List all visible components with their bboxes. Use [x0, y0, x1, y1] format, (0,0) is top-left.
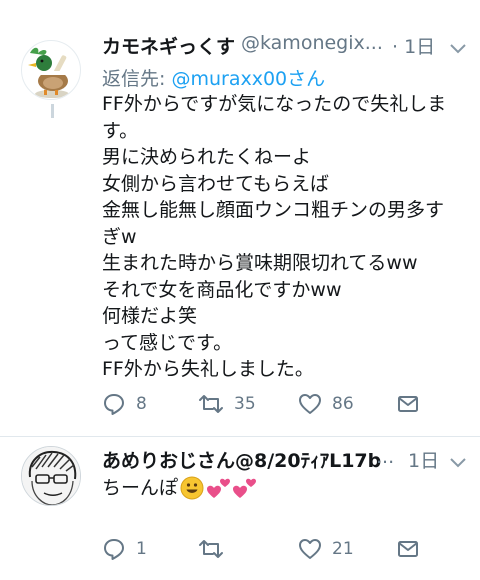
reply-icon — [102, 537, 126, 561]
display-name[interactable]: あめりおじさん@8/20ﾃｨｱL17b — [102, 446, 381, 473]
share-button[interactable] — [396, 536, 420, 562]
replying-label: 返信先: — [102, 68, 172, 90]
tweet-line: ぎw — [102, 225, 137, 248]
tweet-text: ちーんぽ — [102, 474, 474, 502]
like-icon — [298, 392, 322, 416]
timestamp[interactable]: · 1日 — [392, 32, 435, 59]
retweet-count: 35 — [234, 394, 256, 414]
retweet-button[interactable] — [198, 536, 234, 562]
two-hearts-emoji — [206, 476, 232, 500]
retweet-icon — [198, 537, 224, 561]
smiley-emoji — [180, 476, 204, 500]
tweet-line: 男に決められたくねーよ — [102, 146, 312, 168]
like-button[interactable]: 86 — [298, 391, 354, 417]
user-handle[interactable]: @kamonegix... — [241, 32, 383, 54]
retweet-icon — [198, 392, 224, 416]
like-button[interactable]: 21 — [298, 536, 354, 562]
tweet-line: 何様だよ笑 — [102, 305, 198, 327]
tweet-line: FF外からですが気になったので失礼しま — [102, 93, 447, 115]
tweet-line: ちーんぽ — [102, 476, 179, 499]
timestamp[interactable]: 1日 — [408, 446, 439, 473]
replying-to-link[interactable]: @muraxx00さん — [171, 68, 325, 90]
tweet-actions: 8 35 86 — [102, 391, 472, 417]
like-count: 86 — [332, 394, 354, 414]
reply-button[interactable]: 1 — [102, 536, 147, 562]
thread-connector — [51, 104, 54, 118]
replying-to: 返信先: @muraxx00さん — [102, 64, 325, 91]
like-count: 21 — [332, 539, 354, 559]
chevron-down-icon[interactable] — [448, 452, 468, 472]
sketch-face-avatar[interactable] — [21, 446, 81, 506]
tweet-text: FF外からですが気になったので失礼しま す。 男に決められたくねーよ 女側から言… — [102, 91, 474, 383]
tweet-line: す。 — [102, 119, 139, 142]
tweet-line: って感じです。 — [102, 331, 233, 354]
share-button[interactable] — [396, 391, 420, 417]
tweet-kamonegix[interactable]: カモネギっくす @kamonegix... · 1日 返信先: @muraxx0… — [0, 0, 480, 437]
name-ellipsis: ... — [376, 446, 395, 468]
retweet-button[interactable]: 35 — [198, 391, 256, 417]
tweet-actions: 1 21 — [102, 536, 472, 562]
reply-count: 8 — [136, 394, 147, 414]
display-name[interactable]: カモネギっくす — [102, 32, 235, 59]
tweet-line: 金無し能無し顔面ウンコ粗チンの男多す — [102, 199, 445, 221]
reply-button[interactable]: 8 — [102, 391, 147, 417]
tweet-line: 女側から言わせてもらえば — [102, 172, 330, 195]
tweet-header: あめりおじさん@8/20ﾃｨｱL17b ... 1日 — [102, 446, 480, 476]
tweet-line: それで女を商品化ですかww — [102, 278, 342, 301]
share-mail-icon — [396, 392, 420, 416]
reply-icon — [102, 392, 126, 416]
duck-avatar[interactable] — [21, 40, 81, 100]
tweet-line: FF外から失礼しました。 — [102, 358, 314, 380]
share-mail-icon — [396, 537, 420, 561]
reply-count: 1 — [136, 539, 147, 559]
two-hearts-emoji — [232, 476, 258, 500]
like-icon — [298, 537, 322, 561]
tweet-header: カモネギっくす @kamonegix... · 1日 — [102, 32, 480, 62]
chevron-down-icon[interactable] — [448, 38, 468, 58]
tweet-line: 生まれた時から賞味期限切れてるww — [102, 252, 418, 274]
